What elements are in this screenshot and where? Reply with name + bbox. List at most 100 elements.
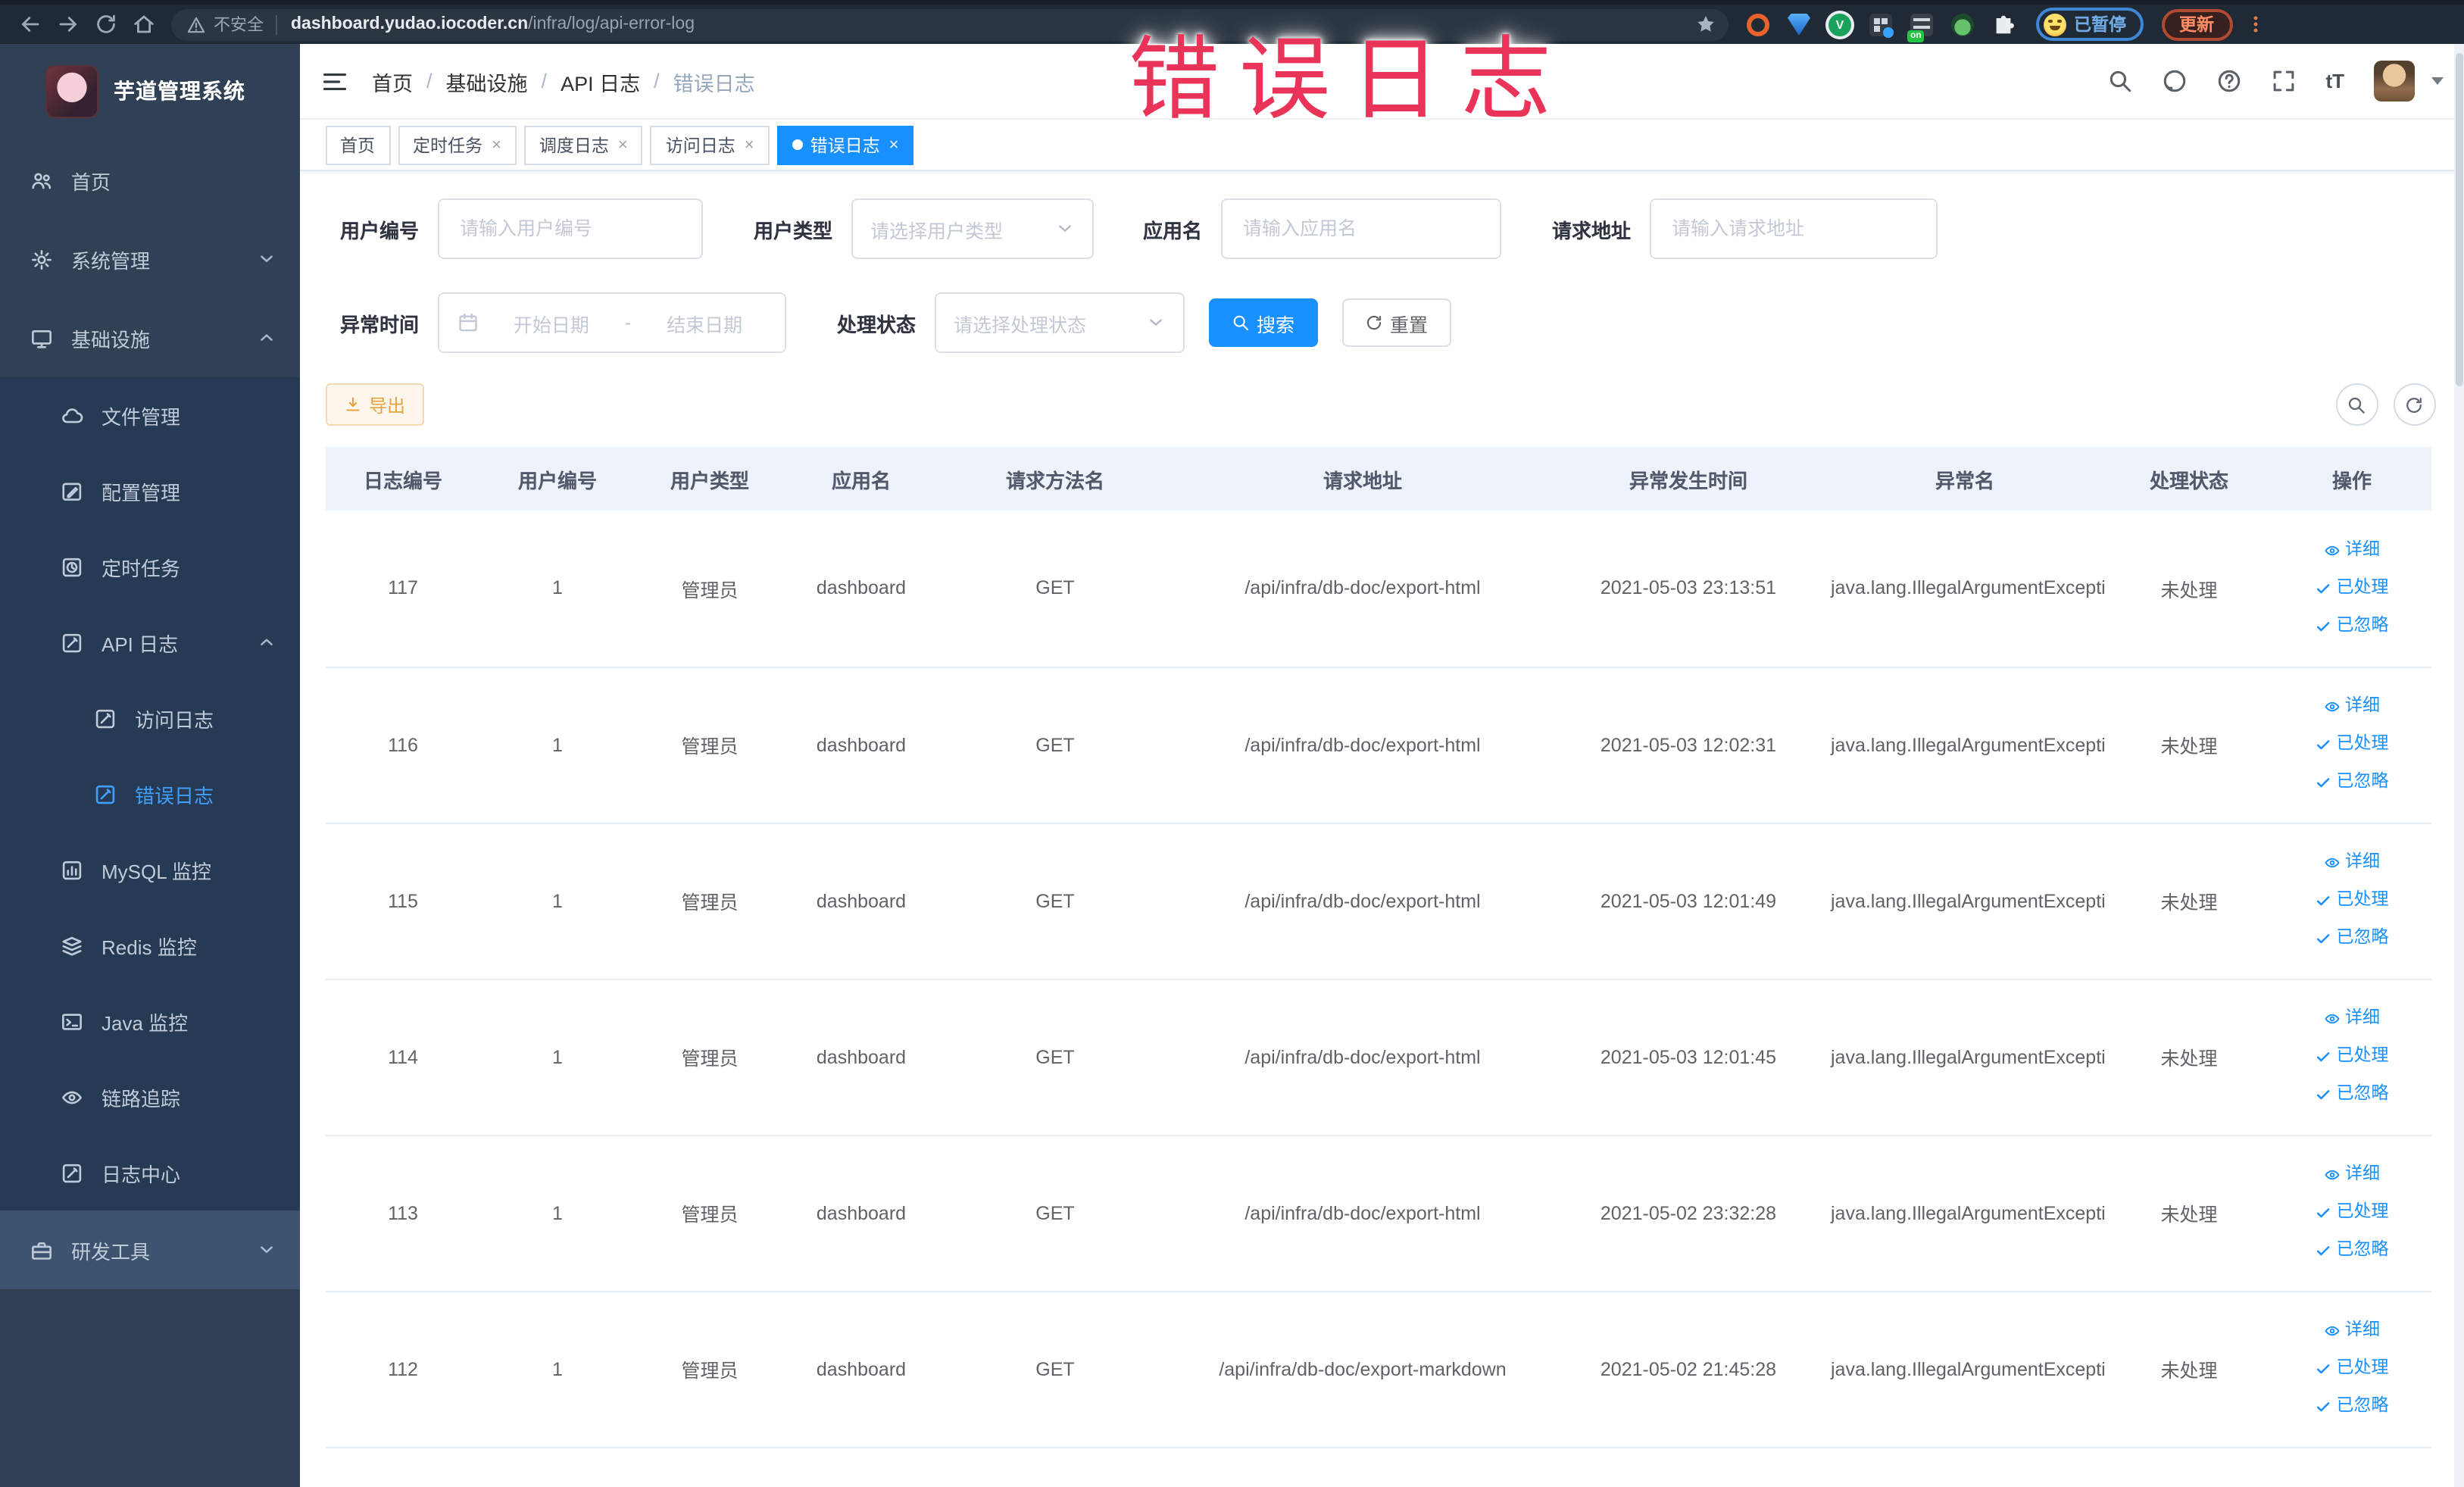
browser-forward-icon[interactable]: [56, 12, 80, 36]
browser-menu-icon[interactable]: [2244, 14, 2266, 35]
header-search-icon[interactable]: [2107, 68, 2133, 94]
sidebar-item-9[interactable]: MySQL 监控: [0, 832, 299, 908]
row-action-详细[interactable]: 详细: [2279, 844, 2425, 882]
row-action-label: 已忽略: [2336, 773, 2389, 791]
row-action-已处理[interactable]: 已处理: [2279, 882, 2425, 920]
hide-search-button[interactable]: [2335, 383, 2378, 426]
row-action-详细[interactable]: 详细: [2279, 688, 2425, 726]
sidebar-item-4[interactable]: 配置管理: [0, 453, 299, 529]
cell-log-id: 117: [325, 511, 481, 667]
row-action-已处理[interactable]: 已处理: [2279, 570, 2425, 608]
row-action-详细[interactable]: 详细: [2279, 532, 2425, 570]
user-type-select[interactable]: 请选择用户类型: [851, 198, 1093, 259]
row-action-详细[interactable]: 详细: [2279, 1156, 2425, 1194]
row-action-详细[interactable]: 详细: [2279, 1312, 2425, 1350]
row-action-已忽略[interactable]: 已忽略: [2279, 608, 2425, 645]
row-action-已忽略[interactable]: 已忽略: [2279, 920, 2425, 957]
tool-icon: [30, 1239, 53, 1261]
row-action-已忽略[interactable]: 已忽略: [2279, 1076, 2425, 1114]
fullscreen-icon[interactable]: [2271, 68, 2297, 94]
cell-time: 2021-05-02 23:32:28: [1552, 1135, 1825, 1292]
reset-button[interactable]: 重置: [1341, 298, 1451, 347]
search-button[interactable]: 搜索: [1208, 298, 1318, 347]
sidebar-item-11[interactable]: Java 监控: [0, 983, 299, 1059]
breadcrumb-item-2[interactable]: API 日志: [561, 66, 640, 96]
tab-2[interactable]: 调度日志 ×: [523, 125, 643, 164]
github-icon[interactable]: [2162, 68, 2188, 94]
close-icon[interactable]: ×: [889, 136, 899, 154]
tab-4[interactable]: 错误日志 ×: [776, 125, 914, 164]
avatar-caret-icon[interactable]: [2431, 77, 2443, 85]
sidebar-item-8[interactable]: 错误日志: [0, 756, 299, 832]
cell-time: 2021-05-03 12:01:49: [1552, 823, 1825, 979]
exception-time-range-picker[interactable]: 开始日期 - 结束日期: [437, 292, 785, 353]
cell-actions: 详细已处理 已忽略: [2273, 823, 2431, 979]
row-action-已处理[interactable]: 已处理: [2279, 1194, 2425, 1232]
sidebar-item-3[interactable]: 文件管理: [0, 377, 299, 453]
cell-app-name: dashboard: [785, 511, 937, 667]
user-id-input[interactable]: [457, 217, 682, 241]
sidebar-item-7[interactable]: 访问日志: [0, 680, 299, 756]
bookmark-star-icon[interactable]: [1695, 14, 1716, 35]
monitor-icon: [30, 326, 53, 349]
row-action-label: 详细: [2345, 853, 2380, 871]
sidebar-item-label: 配置管理: [101, 481, 181, 504]
breadcrumb-item-0[interactable]: 首页: [372, 66, 413, 96]
app-logo-avatar: [45, 64, 98, 117]
sidebar-item-12[interactable]: 链路追踪: [0, 1059, 299, 1135]
column-header: 用户编号: [481, 447, 634, 511]
row-action-详细[interactable]: 详细: [2279, 1000, 2425, 1038]
cell-method: GET: [937, 979, 1173, 1136]
close-icon[interactable]: ×: [618, 136, 628, 154]
app-name-input[interactable]: [1240, 217, 1481, 241]
font-size-icon[interactable]: tT: [2325, 70, 2344, 92]
browser-reload-icon[interactable]: [94, 12, 118, 36]
extension-icon-4[interactable]: [1869, 13, 1894, 37]
row-action-已处理[interactable]: 已处理: [2279, 726, 2425, 764]
profile-paused-chip[interactable]: 已暂停: [2036, 8, 2143, 41]
extensions-puzzle-icon[interactable]: [1992, 13, 2015, 36]
sidebar-item-10[interactable]: Redis 监控: [0, 908, 299, 983]
tab-0[interactable]: 首页: [325, 125, 390, 164]
hamburger-icon[interactable]: [320, 67, 348, 95]
extension-icon-5[interactable]: [1907, 13, 1933, 42]
app-logo-row[interactable]: 芋道管理系统: [0, 44, 299, 138]
close-icon[interactable]: ×: [745, 136, 754, 154]
row-action-已处理[interactable]: 已处理: [2279, 1350, 2425, 1388]
process-status-select[interactable]: 请选择处理状态: [934, 292, 1184, 353]
row-action-label: 详细: [2345, 1321, 2380, 1339]
sidebar-item-13[interactable]: 日志中心: [0, 1135, 299, 1211]
tab-3[interactable]: 访问日志 ×: [650, 125, 770, 164]
browser-back-icon[interactable]: [18, 12, 42, 36]
sidebar-item-1[interactable]: 系统管理: [0, 220, 299, 298]
close-icon[interactable]: ×: [492, 136, 501, 154]
refresh-table-button[interactable]: [2393, 383, 2435, 426]
tab-1[interactable]: 定时任务 ×: [398, 125, 517, 164]
check-icon: [2316, 580, 2332, 597]
request-url-input[interactable]: [1669, 217, 1917, 241]
cell-exception: java.lang.IllegalArgumentException: [1825, 1135, 2105, 1292]
browser-home-icon[interactable]: [132, 12, 156, 36]
row-action-已处理[interactable]: 已处理: [2279, 1038, 2425, 1076]
scrollbar-thumb[interactable]: [2455, 53, 2462, 386]
sidebar-item-14[interactable]: 研发工具: [0, 1211, 299, 1289]
sidebar-item-6[interactable]: API 日志: [0, 604, 299, 680]
row-action-已忽略[interactable]: 已忽略: [2279, 764, 2425, 801]
extension-icon-6[interactable]: [1951, 13, 1974, 36]
sidebar-item-0[interactable]: 首页: [0, 141, 299, 220]
extension-icon-2[interactable]: [1788, 13, 1810, 36]
row-action-已忽略[interactable]: 已忽略: [2279, 1232, 2425, 1270]
browser-update-button[interactable]: 更新: [2161, 8, 2232, 40]
scrollbar[interactable]: [2453, 44, 2464, 1487]
cell-app-name: dashboard: [785, 979, 937, 1136]
help-icon[interactable]: [2216, 68, 2242, 94]
row-action-已忽略[interactable]: 已忽略: [2279, 1388, 2425, 1426]
user-avatar[interactable]: [2373, 61, 2414, 102]
cell-user-id: 1: [481, 511, 634, 667]
export-button[interactable]: 导出: [325, 383, 424, 426]
breadcrumb-item-1[interactable]: 基础设施: [446, 66, 528, 96]
sidebar-item-2[interactable]: 基础设施: [0, 298, 299, 377]
extension-icon-1[interactable]: [1747, 13, 1769, 36]
extension-icon-3[interactable]: V: [1828, 13, 1851, 36]
sidebar-item-5[interactable]: 定时任务: [0, 529, 299, 604]
